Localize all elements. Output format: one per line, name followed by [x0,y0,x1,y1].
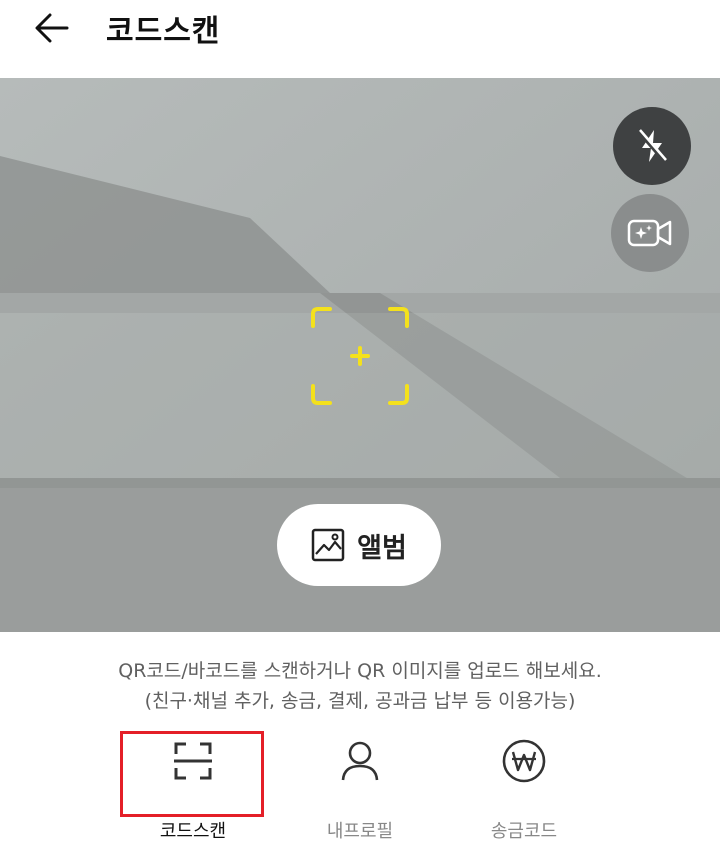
flash-toggle-button[interactable] [613,107,691,185]
tab-label-code-scan: 코드스캔 [159,821,227,842]
tab-my-profile[interactable]: 내프로필 [290,730,430,843]
arrow-left-icon [35,13,69,43]
bottom-tabs: 코드스캔 내프로필 송금코드 [0,730,720,843]
tab-label-my-profile: 내프로필 [326,821,394,842]
person-icon [341,741,379,780]
header: 코드스캔 [0,0,720,78]
scan-frame-icon [174,742,212,779]
info-line-1: QR코드/바코드를 스캔하거나 QR 이미지를 업로드 해보세요. [118,660,602,682]
flash-off-icon [637,129,667,163]
tab-label-send-code: 송금코드 [490,821,558,842]
tab-code-scan[interactable]: 코드스캔 [123,730,263,843]
info-line-2: (친구·채널 추가, 송금, 결제, 공과금 납부 등 이용가능) [144,690,576,712]
won-circle-icon [502,739,546,782]
image-icon [311,528,345,562]
back-button[interactable] [30,8,74,48]
scan-finder [311,307,409,405]
album-button[interactable]: 앨범 [277,504,441,586]
info-text: QR코드/바코드를 스캔하거나 QR 이미지를 업로드 해보세요. (친구·채널… [0,632,720,716]
video-mode-button[interactable] [611,194,689,272]
video-sparkle-icon [627,219,672,247]
page-title: 코드스캔 [106,14,221,49]
album-label: 앨범 [357,532,407,564]
tab-send-code[interactable]: 송금코드 [454,730,594,843]
camera-preview[interactable]: 앨범 [0,78,720,632]
